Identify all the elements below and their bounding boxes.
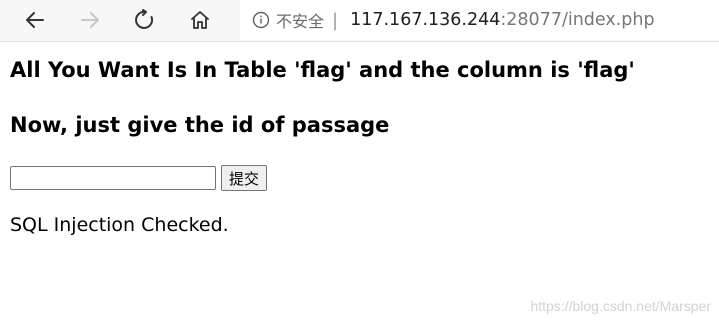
security-status-label[interactable]: 不安全 [276,8,324,32]
result-message: SQL Injection Checked. [10,214,229,236]
page-heading-table: All You Want Is In Table 'flag' and the … [10,58,635,82]
forward-arrow-icon [81,12,99,28]
forward-button[interactable] [72,3,108,37]
watermark: https://blog.csdn.net/Marsper [530,298,711,314]
submit-button[interactable]: 提交 [221,165,268,191]
address-bar[interactable]: 不安全 | 117.167.136.244:28077/index.php [240,0,719,40]
address-separator: | [332,9,339,31]
refresh-button[interactable] [127,3,163,37]
url-host: 117.167.136.244 [350,10,501,30]
page-heading-passage: Now, just give the id of passage [10,113,390,137]
url-path: :28077/index.php [500,10,655,30]
home-button[interactable] [182,3,218,37]
home-icon [191,11,209,29]
back-arrow-icon [26,12,44,28]
back-button[interactable] [17,3,53,37]
refresh-icon [135,9,154,29]
info-icon[interactable] [252,11,270,29]
url-text[interactable]: 117.167.136.244:28077/index.php [350,10,655,30]
id-form: 提交 [10,165,268,191]
browser-toolbar: 不安全 | 117.167.136.244:28077/index.php [0,0,719,42]
id-input[interactable] [10,166,216,190]
